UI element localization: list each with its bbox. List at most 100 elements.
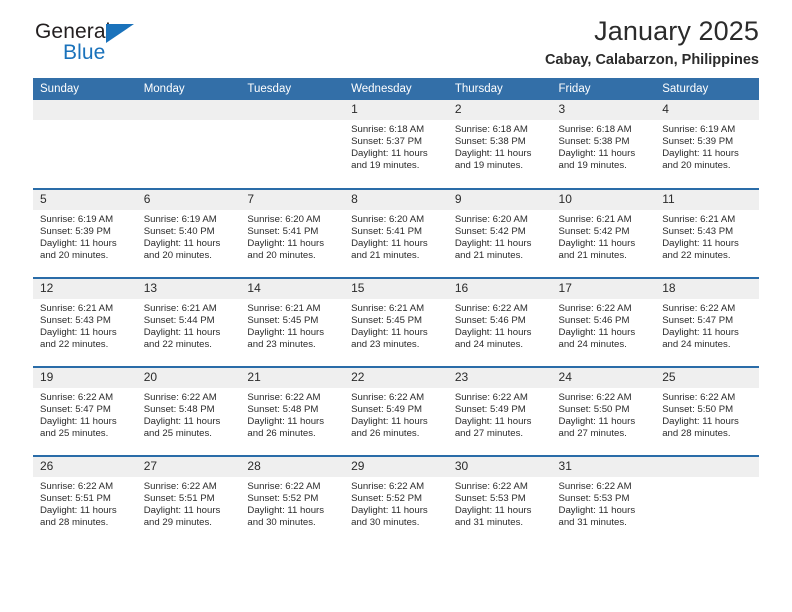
day-number: 11 — [655, 190, 759, 210]
calendar-day-cell[interactable]: 28 Sunrise: 6:22 AM Sunset: 5:52 PM Dayligh… — [240, 455, 345, 545]
sunrise-text: Sunrise: 6:22 AM — [454, 392, 528, 403]
sunrise-text: Sunrise: 6:22 AM — [558, 303, 632, 314]
daylight-text-line2: and 28 minutes. — [662, 427, 731, 439]
calendar-day-cell[interactable]: 14 Sunrise: 6:21 AM Sunset: 5:45 PM Dayligh… — [240, 277, 345, 367]
calendar-day-cell[interactable]: 6 Sunrise: 6:19 AM Sunset: 5:40 PM Daylight… — [136, 188, 241, 278]
day-details: Sunrise: 6:22 AM Sunset: 5:53 PM Daylight:… — [448, 477, 552, 529]
day-number: 19 — [33, 368, 137, 388]
daylight-text-line1: Daylight: 11 hours — [247, 504, 325, 516]
sunrise-text: Sunrise: 6:19 AM — [143, 214, 217, 225]
daylight-text-line1: Daylight: 11 hours — [558, 326, 636, 338]
day-number: 17 — [551, 279, 656, 299]
calendar-day-cell[interactable]: 26 Sunrise: 6:22 AM Sunset: 5:51 PM Dayligh… — [33, 455, 137, 545]
calendar-day-cell[interactable]: 4 Sunrise: 6:19 AM Sunset: 5:39 PM Daylight… — [655, 100, 759, 189]
sunset-text: Sunset: 5:47 PM — [662, 314, 734, 326]
calendar-day-cell[interactable]: 11 Sunrise: 6:21 AM Sunset: 5:43 PM Dayligh… — [655, 188, 759, 278]
day-details: Sunrise: 6:22 AM Sunset: 5:48 PM Daylight:… — [137, 388, 241, 440]
weekday-header-saturday: Saturday — [655, 78, 759, 100]
day-details: Sunrise: 6:22 AM Sunset: 5:46 PM Daylight:… — [552, 299, 656, 351]
day-cell-inner: 17 Sunrise: 6:22 AM Sunset: 5:46 PM Dayligh… — [551, 279, 656, 366]
weekday-header-sunday: Sunday — [33, 78, 137, 100]
daylight-text-line1: Daylight: 11 hours — [454, 326, 532, 338]
daylight-text-line2: and 20 minutes. — [662, 159, 731, 171]
calendar-day-cell[interactable]: 10 Sunrise: 6:21 AM Sunset: 5:42 PM Dayligh… — [551, 188, 656, 278]
calendar-day-cell[interactable]: 23 Sunrise: 6:22 AM Sunset: 5:49 PM Dayligh… — [447, 366, 552, 456]
weekday-header-monday: Monday — [136, 78, 241, 100]
day-number: 2 — [447, 100, 552, 120]
calendar-day-cell[interactable]: 12 Sunrise: 6:21 AM Sunset: 5:43 PM Dayligh… — [33, 277, 137, 367]
daylight-text-line2: and 21 minutes. — [351, 249, 420, 261]
calendar-day-cell[interactable]: 29 Sunrise: 6:22 AM Sunset: 5:52 PM Dayligh… — [344, 455, 448, 545]
daylight-text-line1: Daylight: 11 hours — [40, 326, 117, 338]
calendar-day-cell[interactable]: 15 Sunrise: 6:21 AM Sunset: 5:45 PM Dayligh… — [344, 277, 448, 367]
sunset-text: Sunset: 5:48 PM — [247, 403, 319, 415]
calendar-day-cell[interactable]: 17 Sunrise: 6:22 AM Sunset: 5:46 PM Dayligh… — [551, 277, 656, 367]
day-details: Sunrise: 6:22 AM Sunset: 5:50 PM Daylight:… — [655, 388, 759, 440]
page-title: January 2025 — [594, 16, 759, 46]
calendar-day-cell[interactable]: 2 Sunrise: 6:18 AM Sunset: 5:38 PM Daylight… — [447, 100, 552, 189]
sunrise-text: Sunrise: 6:20 AM — [247, 214, 321, 225]
day-details: Sunrise: 6:20 AM Sunset: 5:41 PM Daylight:… — [240, 210, 344, 262]
day-cell-inner: 11 Sunrise: 6:21 AM Sunset: 5:43 PM Dayligh… — [655, 190, 759, 277]
daylight-text-line1: Daylight: 11 hours — [558, 415, 636, 427]
day-cell-inner: 7 Sunrise: 6:20 AM Sunset: 5:41 PM Daylight… — [240, 190, 345, 277]
sunrise-text: Sunrise: 6:22 AM — [247, 481, 321, 492]
sunset-text: Sunset: 5:52 PM — [247, 492, 319, 504]
calendar-day-cell[interactable]: 21 Sunrise: 6:22 AM Sunset: 5:48 PM Dayligh… — [240, 366, 345, 456]
daylight-text-line1: Daylight: 11 hours — [247, 237, 325, 249]
day-number: 15 — [344, 279, 448, 299]
day-details: Sunrise: 6:22 AM Sunset: 5:48 PM Daylight:… — [240, 388, 344, 440]
day-number: 3 — [551, 100, 656, 120]
daylight-text-line1: Daylight: 11 hours — [558, 237, 636, 249]
calendar-body: 1 Sunrise: 6:18 AM Sunset: 5:37 PM Daylight… — [33, 100, 759, 545]
calendar-day-cell[interactable]: 8 Sunrise: 6:20 AM Sunset: 5:41 PM Daylight… — [344, 188, 448, 278]
day-details: Sunrise: 6:22 AM Sunset: 5:47 PM Daylight:… — [655, 299, 759, 351]
day-number: 1 — [344, 100, 448, 120]
sunrise-text: Sunrise: 6:18 AM — [351, 124, 425, 135]
day-details: Sunrise: 6:22 AM Sunset: 5:49 PM Daylight:… — [448, 388, 552, 440]
calendar-page: General Blue January 2025 Cabay, Calabar… — [0, 0, 792, 612]
calendar-day-cell[interactable]: 25 Sunrise: 6:22 AM Sunset: 5:50 PM Dayligh… — [655, 366, 759, 456]
daylight-text-line1: Daylight: 11 hours — [662, 415, 739, 427]
day-number: 24 — [551, 368, 656, 388]
calendar-day-cell[interactable]: 24 Sunrise: 6:22 AM Sunset: 5:50 PM Dayligh… — [551, 366, 656, 456]
calendar-day-cell[interactable]: 3 Sunrise: 6:18 AM Sunset: 5:38 PM Daylight… — [551, 100, 656, 189]
calendar-day-cell[interactable]: 27 Sunrise: 6:22 AM Sunset: 5:51 PM Dayligh… — [136, 455, 241, 545]
calendar-day-cell[interactable]: 31 Sunrise: 6:22 AM Sunset: 5:53 PM Dayligh… — [551, 455, 656, 545]
day-details: Sunrise: 6:18 AM Sunset: 5:38 PM Daylight:… — [448, 120, 552, 172]
daylight-text-line1: Daylight: 11 hours — [558, 147, 636, 159]
calendar-day-cell[interactable]: 20 Sunrise: 6:22 AM Sunset: 5:48 PM Dayligh… — [136, 366, 241, 456]
calendar-day-cell[interactable]: 19 Sunrise: 6:22 AM Sunset: 5:47 PM Dayligh… — [33, 366, 137, 456]
calendar-day-cell[interactable]: 13 Sunrise: 6:21 AM Sunset: 5:44 PM Dayligh… — [136, 277, 241, 367]
sunrise-text: Sunrise: 6:22 AM — [662, 303, 736, 314]
sunrise-text: Sunrise: 6:21 AM — [662, 214, 736, 225]
day-cell-inner: 23 Sunrise: 6:22 AM Sunset: 5:49 PM Dayligh… — [447, 368, 552, 455]
sunrise-text: Sunrise: 6:22 AM — [558, 392, 632, 403]
calendar-day-cell[interactable]: 5 Sunrise: 6:19 AM Sunset: 5:39 PM Daylight… — [33, 188, 137, 278]
title-block: January 2025 Cabay, Calabarzon, Philippi… — [153, 15, 759, 72]
calendar-day-cell[interactable]: 7 Sunrise: 6:20 AM Sunset: 5:41 PM Daylight… — [240, 188, 345, 278]
day-cell-inner: 12 Sunrise: 6:21 AM Sunset: 5:43 PM Dayligh… — [33, 279, 137, 366]
calendar-day-cell[interactable]: 18 Sunrise: 6:22 AM Sunset: 5:47 PM Dayligh… — [655, 277, 759, 367]
sunrise-text: Sunrise: 6:22 AM — [40, 392, 114, 403]
sunset-text: Sunset: 5:50 PM — [662, 403, 734, 415]
sunset-text: Sunset: 5:43 PM — [40, 314, 111, 326]
day-cell-inner: 26 Sunrise: 6:22 AM Sunset: 5:51 PM Dayligh… — [33, 457, 137, 545]
daylight-text-line2: and 23 minutes. — [351, 338, 420, 350]
day-cell-inner: 22 Sunrise: 6:22 AM Sunset: 5:49 PM Dayligh… — [344, 368, 448, 455]
day-cell-inner: 10 Sunrise: 6:21 AM Sunset: 5:42 PM Dayligh… — [551, 190, 656, 277]
calendar-day-cell[interactable]: 9 Sunrise: 6:20 AM Sunset: 5:42 PM Daylight… — [447, 188, 552, 278]
sunset-text: Sunset: 5:45 PM — [247, 314, 319, 326]
day-details: Sunrise: 6:22 AM Sunset: 5:49 PM Daylight:… — [344, 388, 448, 440]
brand-logo[interactable]: General Blue — [33, 20, 153, 72]
sunrise-text: Sunrise: 6:22 AM — [143, 481, 217, 492]
day-number: 27 — [136, 457, 241, 477]
sunrise-text: Sunrise: 6:22 AM — [454, 303, 528, 314]
calendar-day-cell[interactable]: 1 Sunrise: 6:18 AM Sunset: 5:37 PM Daylight… — [344, 100, 448, 189]
daylight-text-line2: and 26 minutes. — [351, 427, 420, 439]
sunrise-text: Sunrise: 6:18 AM — [454, 124, 528, 135]
calendar-day-cell[interactable]: 16 Sunrise: 6:22 AM Sunset: 5:46 PM Dayligh… — [447, 277, 552, 367]
daylight-text-line1: Daylight: 11 hours — [558, 504, 636, 516]
calendar-day-cell[interactable]: 30 Sunrise: 6:22 AM Sunset: 5:53 PM Dayligh… — [447, 455, 552, 545]
calendar-day-cell[interactable]: 22 Sunrise: 6:22 AM Sunset: 5:49 PM Dayligh… — [344, 366, 448, 456]
